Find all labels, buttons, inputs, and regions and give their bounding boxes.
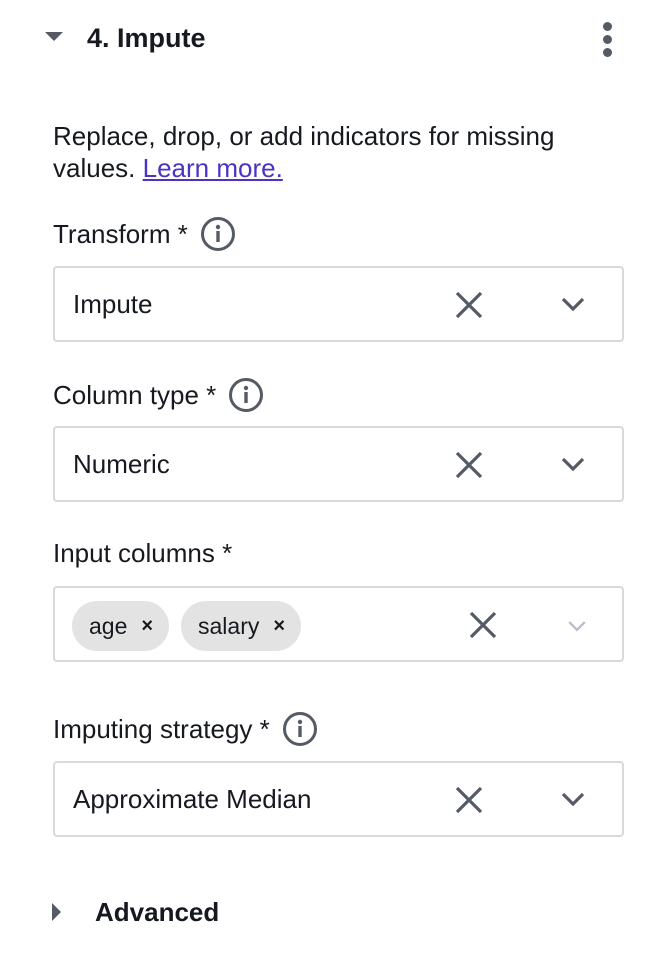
imputing-strategy-label-row: Imputing strategy *: [53, 712, 317, 746]
column-type-select[interactable]: Numeric: [53, 426, 624, 502]
input-columns-label: Input columns *: [53, 538, 233, 568]
advanced-expander[interactable]: Advanced: [0, 890, 660, 936]
column-type-label-row: Column type *: [53, 378, 264, 412]
imputing-strategy-value: Approximate Median: [73, 784, 312, 814]
input-columns-multiselect[interactable]: age × salary ×: [53, 586, 624, 662]
transform-label: Transform *: [53, 219, 188, 249]
advanced-label: Advanced: [95, 897, 220, 927]
close-icon[interactable]: [454, 785, 484, 815]
chevron-down-icon[interactable]: [566, 619, 588, 633]
info-icon[interactable]: [229, 378, 264, 412]
section-header[interactable]: 4. Impute: [0, 0, 660, 80]
chevron-down-icon[interactable]: [560, 455, 586, 473]
token-label: age: [89, 612, 128, 639]
close-icon[interactable]: [468, 610, 498, 640]
token-salary: salary ×: [181, 601, 302, 651]
caret-right-icon[interactable]: [52, 903, 61, 921]
column-type-value: Numeric: [73, 449, 170, 479]
token-label: salary: [198, 612, 260, 639]
caret-down-icon[interactable]: [45, 32, 63, 41]
chevron-down-icon[interactable]: [560, 295, 586, 313]
more-vertical-icon[interactable]: [596, 22, 620, 58]
description-text: Replace, drop, or add indicators for mis…: [53, 121, 555, 183]
remove-token-icon[interactable]: ×: [141, 615, 153, 638]
imputing-strategy-select[interactable]: Approximate Median: [53, 761, 624, 837]
imputing-strategy-label: Imputing strategy *: [53, 714, 270, 744]
impute-step-panel: 4. Impute Replace, drop, or add indicato…: [0, 0, 660, 968]
section-title: 4. Impute: [87, 23, 206, 53]
remove-token-icon[interactable]: ×: [273, 615, 285, 638]
token-age: age ×: [72, 601, 170, 651]
close-icon[interactable]: [454, 290, 484, 320]
section-description: Replace, drop, or add indicators for mis…: [53, 120, 633, 184]
transform-select[interactable]: Impute: [53, 266, 624, 342]
column-type-label: Column type *: [53, 380, 217, 410]
learn-more-link[interactable]: Learn more.: [143, 153, 283, 183]
input-columns-label-row: Input columns *: [53, 538, 232, 568]
transform-value: Impute: [73, 289, 153, 319]
info-icon[interactable]: [282, 712, 317, 746]
close-icon[interactable]: [454, 450, 484, 480]
info-icon[interactable]: [200, 217, 235, 251]
chevron-down-icon[interactable]: [560, 790, 586, 808]
transform-label-row: Transform *: [53, 217, 235, 251]
